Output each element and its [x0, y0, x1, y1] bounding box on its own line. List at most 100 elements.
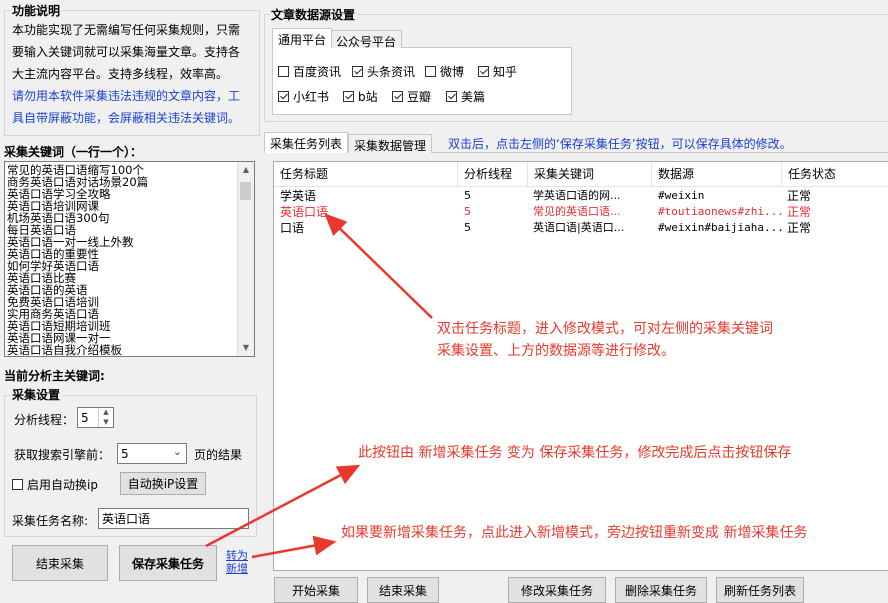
table-row[interactable]: 学英语 5 学英语口语的网... #weixin 正常 [274, 188, 888, 204]
cell-source: #weixin#baijiaha... [658, 221, 784, 234]
col-task-title[interactable]: 任务标题 [274, 162, 458, 186]
col-status[interactable]: 任务状态 [782, 162, 888, 186]
checkbox-box-icon [425, 66, 436, 77]
cell-threads: 5 [464, 189, 471, 202]
start-collect-button[interactable]: 开始采集 [274, 577, 358, 603]
keywords-textarea[interactable]: 常见的英语口语缩写100个 商务英语口语对话场景20篇 英语口语学习全攻略 英语口语培… [4, 161, 255, 357]
col-threads[interactable]: 分析线程 [458, 162, 528, 186]
auto-ip-settings-button[interactable]: 自动换iP设置 [120, 472, 206, 495]
annotation-1-line-2: 采集设置、上方的数据源等进行修改。 [437, 343, 675, 359]
engine-suffix: 页的结果 [194, 448, 243, 462]
cell-status: 正常 [787, 205, 812, 219]
threads-value: 5 [81, 411, 89, 425]
scroll-thumb[interactable] [240, 182, 251, 200]
source-checkbox[interactable]: 美篇 [446, 88, 485, 105]
cell-threads: 5 [464, 205, 471, 218]
source-checkbox[interactable]: 知乎 [478, 63, 517, 80]
engine-pages-select[interactable]: 5 ⌄ [117, 443, 187, 464]
keywords-list: 常见的英语口语缩写100个 商务英语口语对话场景20篇 英语口语学习全攻略 英语口语培… [5, 162, 254, 356]
source-label: 美篇 [461, 90, 486, 104]
source-label: 知乎 [493, 65, 518, 79]
feature-warn-2: 具自带屏蔽功能，会屏蔽相关违法关键词。 [12, 111, 241, 125]
cell-keyword: 英语口语|英语口... [533, 221, 625, 234]
tasks-hint: 双击后，点击左侧的‘保存采集任务’按钮，可以保存具体的修改。 [448, 137, 792, 151]
tab-general-platform[interactable]: 通用平台 [272, 28, 333, 48]
feature-line-2: 要输入关键词就可以采集海量文章。支持各 [12, 45, 241, 59]
source-checkbox[interactable]: 小红书 [278, 88, 329, 105]
checkbox-box-icon [278, 66, 289, 77]
task-name-input[interactable] [98, 508, 249, 529]
edit-task-button[interactable]: 修改采集任务 [508, 577, 606, 603]
source-checkbox[interactable]: 豆瓣 [392, 88, 431, 105]
source-checkbox[interactable]: b站 [343, 88, 378, 105]
annotation-edit-mode: 双击任务标题，进入修改模式，可对左侧的采集关键词 采集设置、上方的数据源等进行修… [437, 318, 773, 362]
engine-pages-value: 5 [121, 447, 129, 461]
tab-wechat-platform[interactable]: 公众号平台 [330, 30, 403, 49]
scroll-down-icon[interactable]: ▼ [238, 340, 254, 356]
checkbox-checked-icon [478, 66, 489, 77]
switch-to-add-link[interactable]: 转为 新增 [226, 549, 248, 575]
current-keyword-label: 当前分析主关键词: [4, 369, 105, 383]
table-row[interactable]: 口语 5 英语口语|英语口... #weixin#baijiaha... 正常 [274, 220, 888, 236]
source-label: b站 [358, 90, 378, 104]
annotation-new-mode: 如果要新增采集任务，点此进入新增模式，旁边按钮重新变成 新增采集任务 [341, 525, 808, 541]
task-name-label: 采集任务名称: [12, 514, 89, 528]
col-keyword[interactable]: 采集关键词 [528, 162, 652, 186]
annotation-1-line-1: 双击任务标题，进入修改模式，可对左侧的采集关键词 [437, 321, 773, 337]
checkbox-box-icon [12, 479, 23, 490]
auto-ip-label: 启用自动换ip [27, 478, 98, 492]
cell-source: #weixin [658, 189, 705, 202]
delete-task-button[interactable]: 删除采集任务 [615, 577, 707, 603]
threads-label: 分析线程： [14, 413, 75, 427]
settings-title: 采集设置 [10, 386, 63, 403]
feature-line-3: 大主流内容平台。支持多线程，效率高。 [12, 67, 229, 81]
threads-spinner[interactable]: 5 ▲ ▼ [77, 407, 114, 428]
engine-label: 获取搜索引擎前： [14, 448, 111, 462]
switch-link-line-2: 新增 [226, 562, 248, 575]
stop-collect-button[interactable]: 结束采集 [12, 545, 108, 581]
col-source[interactable]: 数据源 [652, 162, 782, 186]
keywords-scrollbar[interactable]: ▲ ▼ [237, 162, 254, 356]
source-label: 豆瓣 [407, 90, 432, 104]
source-label: 头条资讯 [367, 65, 416, 79]
feature-warn-1: 请勿用本软件采集违法违规的文章内容，工 [12, 89, 241, 103]
tab-task-list[interactable]: 采集任务列表 [264, 132, 349, 153]
cell-title: 口语 [280, 221, 305, 235]
feature-title: 功能说明 [10, 2, 63, 19]
source-label: 百度资讯 [293, 65, 342, 79]
chevron-down-icon: ⌄ [172, 445, 182, 458]
checkbox-checked-icon [343, 91, 354, 102]
source-checkbox[interactable]: 微博 [425, 63, 464, 80]
feature-line-1: 本功能实现了无需编写任何采集规则，只需 [12, 23, 241, 37]
cell-status: 正常 [787, 221, 812, 235]
spin-down-icon[interactable]: ▼ [98, 418, 113, 427]
source-label: 微博 [440, 65, 465, 79]
stop-collect-button-2[interactable]: 结束采集 [367, 577, 439, 603]
annotation-save-button: 此按钮由 新增采集任务 变为 保存采集任务，修改完成后点击按钮保存 [358, 445, 792, 461]
auto-ip-checkbox[interactable]: 启用自动换ip [12, 476, 98, 493]
checkbox-checked-icon [352, 66, 363, 77]
source-checkbox[interactable]: 头条资讯 [352, 63, 415, 80]
source-checkbox[interactable]: 百度资讯 [278, 63, 341, 80]
refresh-list-button[interactable]: 刷新任务列表 [716, 577, 804, 603]
table-row[interactable]: 英语口语 5 常见的英语口语... #toutiaonews#zhi... 正常 [274, 204, 888, 220]
checkbox-checked-icon [446, 91, 457, 102]
tab-data-manage[interactable]: 采集数据管理 [348, 134, 433, 153]
checkbox-checked-icon [392, 91, 403, 102]
source-title: 文章数据源设置 [269, 6, 358, 23]
scroll-up-icon[interactable]: ▲ [238, 162, 254, 178]
feature-desc: 本功能实现了无需编写任何采集规则，只需 要输入关键词就可以采集海量文章。支持各 … [12, 19, 240, 129]
keywords-title: 采集关键词（一行一个）： [4, 145, 143, 159]
checkbox-checked-icon [278, 91, 289, 102]
cell-keyword: 学英语口语的网... [533, 189, 621, 202]
cell-source: #toutiaonews#zhi... [658, 205, 784, 218]
save-task-button[interactable]: 保存采集任务 [119, 545, 217, 581]
spin-up-icon[interactable]: ▲ [98, 408, 113, 417]
keyword-line: 英语口语自我介绍模板 [7, 343, 122, 357]
cell-title: 英语口语 [280, 205, 329, 219]
cell-title: 学英语 [280, 189, 317, 203]
switch-link-line-1: 转为 [226, 549, 248, 562]
task-table: 任务标题 分析线程 采集关键词 数据源 任务状态 学英语 5 学英语口语的网... #… [273, 161, 888, 571]
source-label: 小红书 [293, 90, 330, 104]
cell-keyword: 常见的英语口语... [533, 205, 621, 218]
